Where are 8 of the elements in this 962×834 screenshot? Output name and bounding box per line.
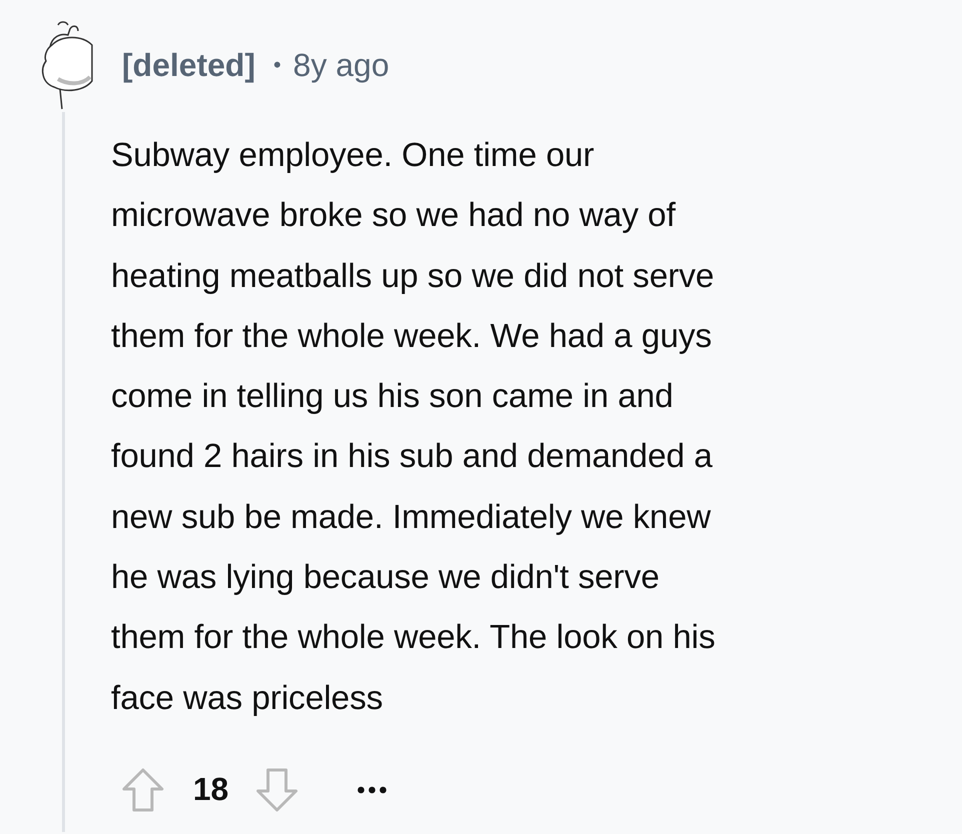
vote-score: 18 xyxy=(193,771,229,808)
comment-text: Subway employee. One time our microwave broke so we had no way of heating meatballs up so we did not serve them for the whole week. We had a guys come in telling us his son came in and found 2 hairs in his sub and demanded a new sub be made. Immediately we knew he was lying because we didn't serve them for the whole week. The look on his face was priceless xyxy=(111,136,716,719)
separator-dot: • xyxy=(273,52,282,78)
downvote-icon[interactable] xyxy=(254,766,299,813)
comment-age: 8y ago xyxy=(293,46,390,84)
upvote-icon[interactable] xyxy=(121,766,165,813)
more-options-icon[interactable] xyxy=(356,786,387,794)
author-name[interactable]: [deleted] xyxy=(122,46,256,84)
